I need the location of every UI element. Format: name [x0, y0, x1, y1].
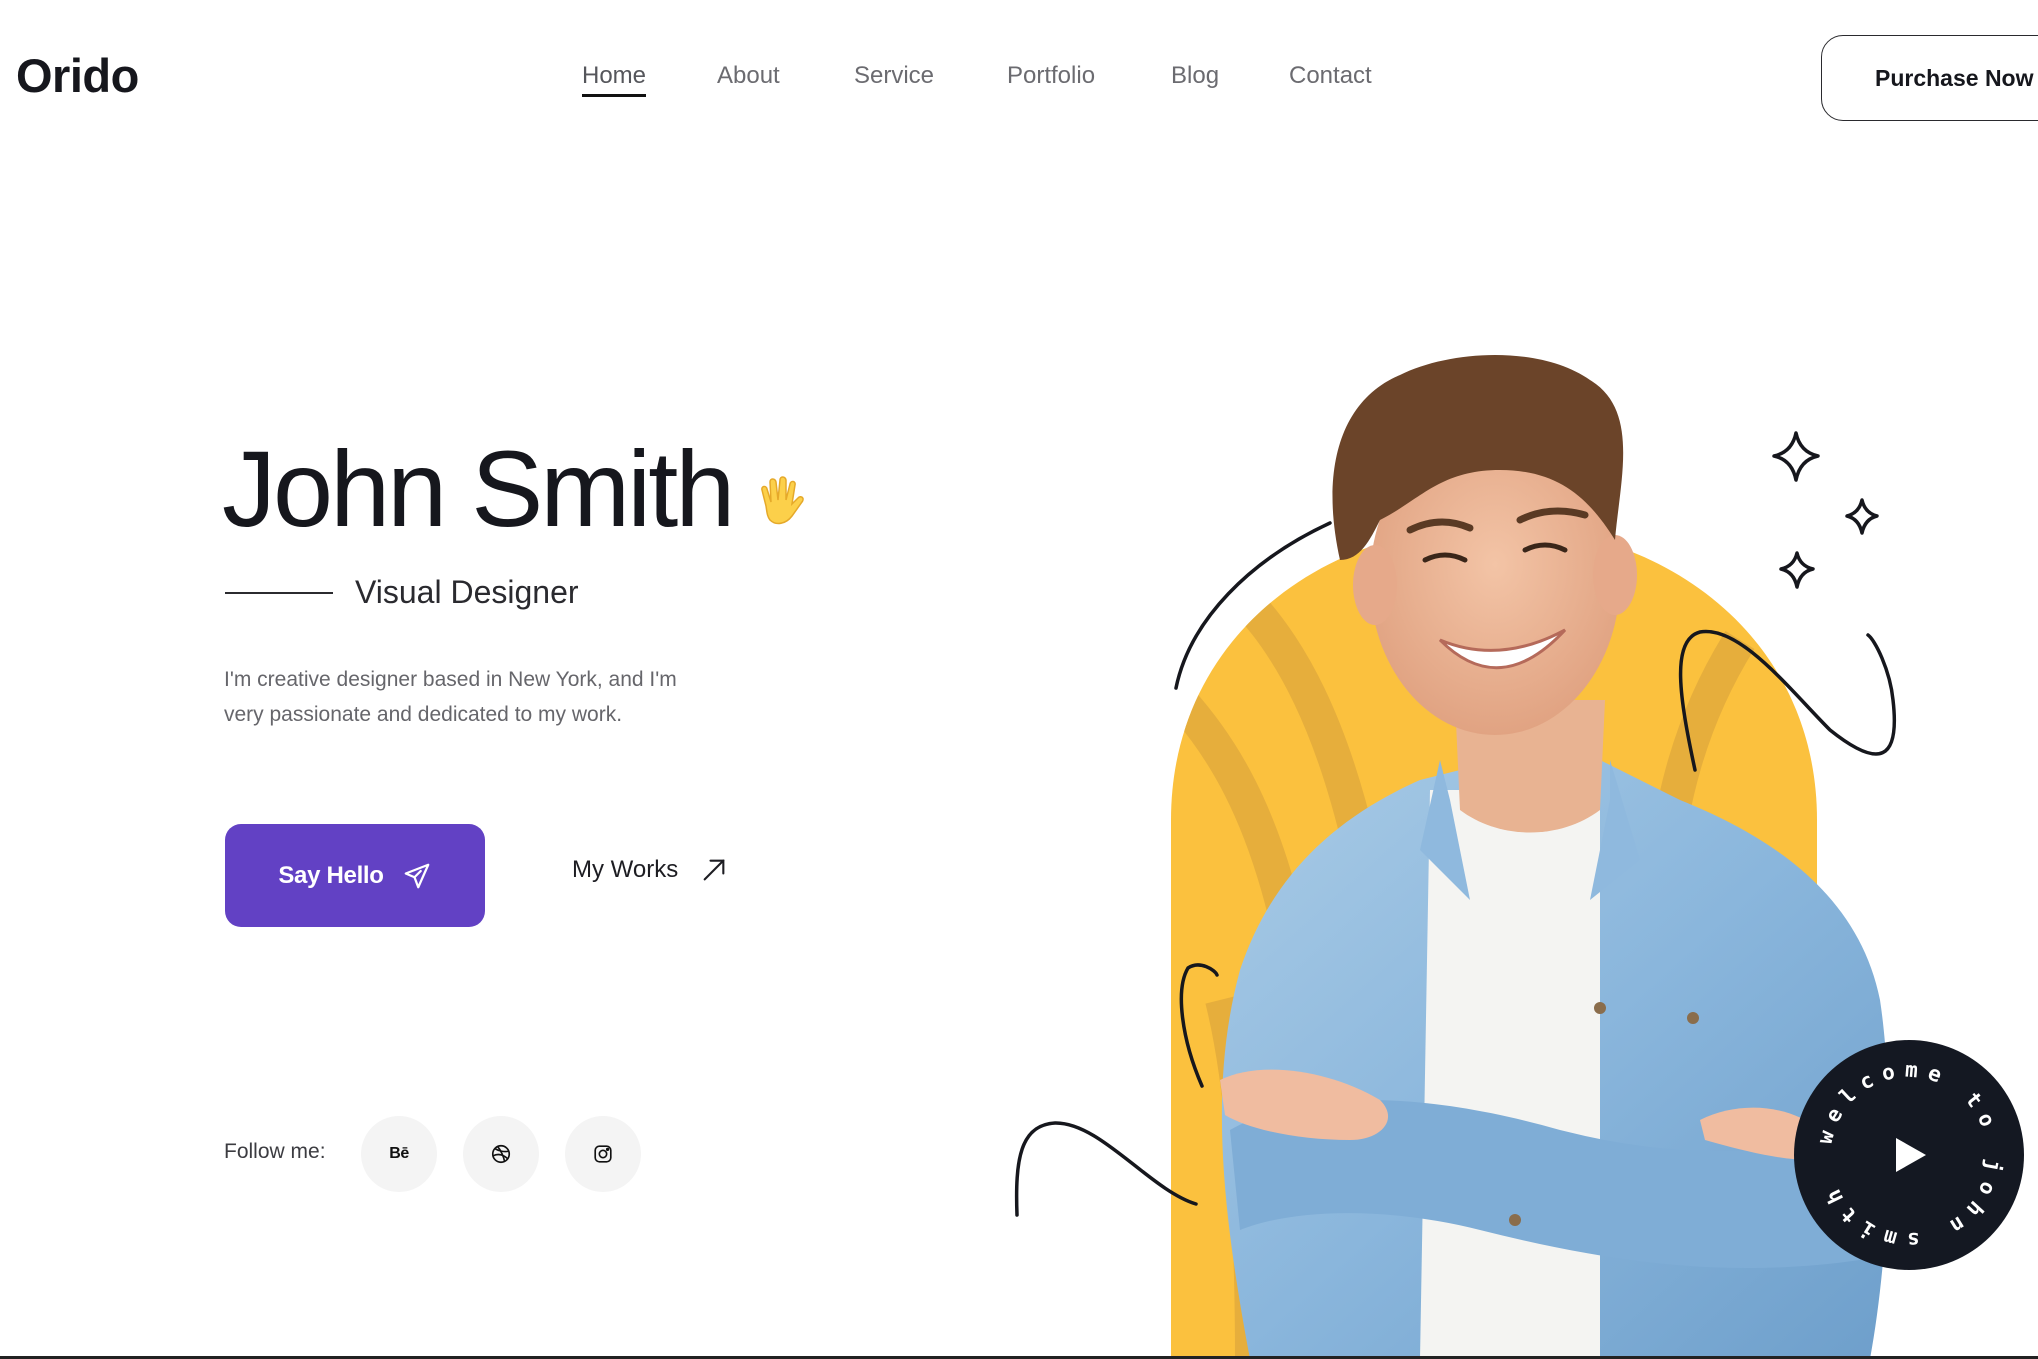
my-works-label: My Works — [572, 856, 679, 883]
behance-button[interactable]: Bē — [361, 1116, 437, 1192]
decor-squiggle-left-lower — [1014, 1121, 1198, 1217]
sparkle-icon — [1779, 551, 1815, 589]
hero-name: John Smith — [222, 428, 735, 549]
hero-role: Visual Designer — [355, 574, 579, 610]
purchase-now-button[interactable]: Purchase Now — [1821, 35, 2038, 121]
role-divider — [225, 592, 333, 594]
dribbble-icon — [491, 1144, 511, 1164]
description-line: I'm creative designer based in New York,… — [224, 668, 677, 691]
nav-item-about[interactable]: About — [717, 62, 780, 90]
hero-description: I'm creative designer based in New York,… — [224, 662, 784, 732]
nav-item-service[interactable]: Service — [854, 62, 934, 90]
waving-hand-icon — [761, 476, 804, 525]
follow-label: Follow me: — [224, 1140, 326, 1163]
brand-logo[interactable]: Orido — [16, 48, 139, 103]
instagram-icon — [594, 1145, 612, 1163]
nav-item-blog[interactable]: Blog — [1171, 62, 1219, 90]
decor-arc-line — [1174, 521, 1332, 690]
say-hello-button[interactable]: Say Hello — [225, 824, 485, 927]
say-hello-label: Say Hello — [278, 861, 384, 889]
play-icon — [1896, 1138, 1926, 1172]
nav-item-portfolio[interactable]: Portfolio — [1007, 62, 1095, 90]
nav-item-contact[interactable]: Contact — [1289, 62, 1372, 90]
decor-squiggle-right — [1678, 629, 1897, 772]
yellow-arch — [1171, 526, 1817, 1359]
my-works-link[interactable]: My Works — [572, 856, 728, 884]
behance-icon: Bē — [389, 1145, 409, 1162]
sparkle-icon — [1772, 431, 1820, 482]
nav-item-home[interactable]: Home — [582, 62, 647, 97]
purchase-now-label: Purchase Now — [1875, 64, 2034, 91]
arrow-up-right-icon — [703, 859, 725, 881]
person-photo — [1220, 355, 1889, 1359]
welcome-video-badge[interactable]: welcome to john smith — [1794, 1040, 2024, 1270]
sparkle-icon — [1845, 498, 1879, 535]
sparkle-icons — [1772, 431, 1879, 589]
instagram-button[interactable] — [565, 1116, 641, 1192]
decor-squiggle-left-upper — [1179, 963, 1219, 1088]
paper-plane-icon — [404, 863, 430, 888]
dribbble-button[interactable] — [463, 1116, 539, 1192]
description-line: very passionate and dedicated to my work… — [224, 703, 623, 726]
